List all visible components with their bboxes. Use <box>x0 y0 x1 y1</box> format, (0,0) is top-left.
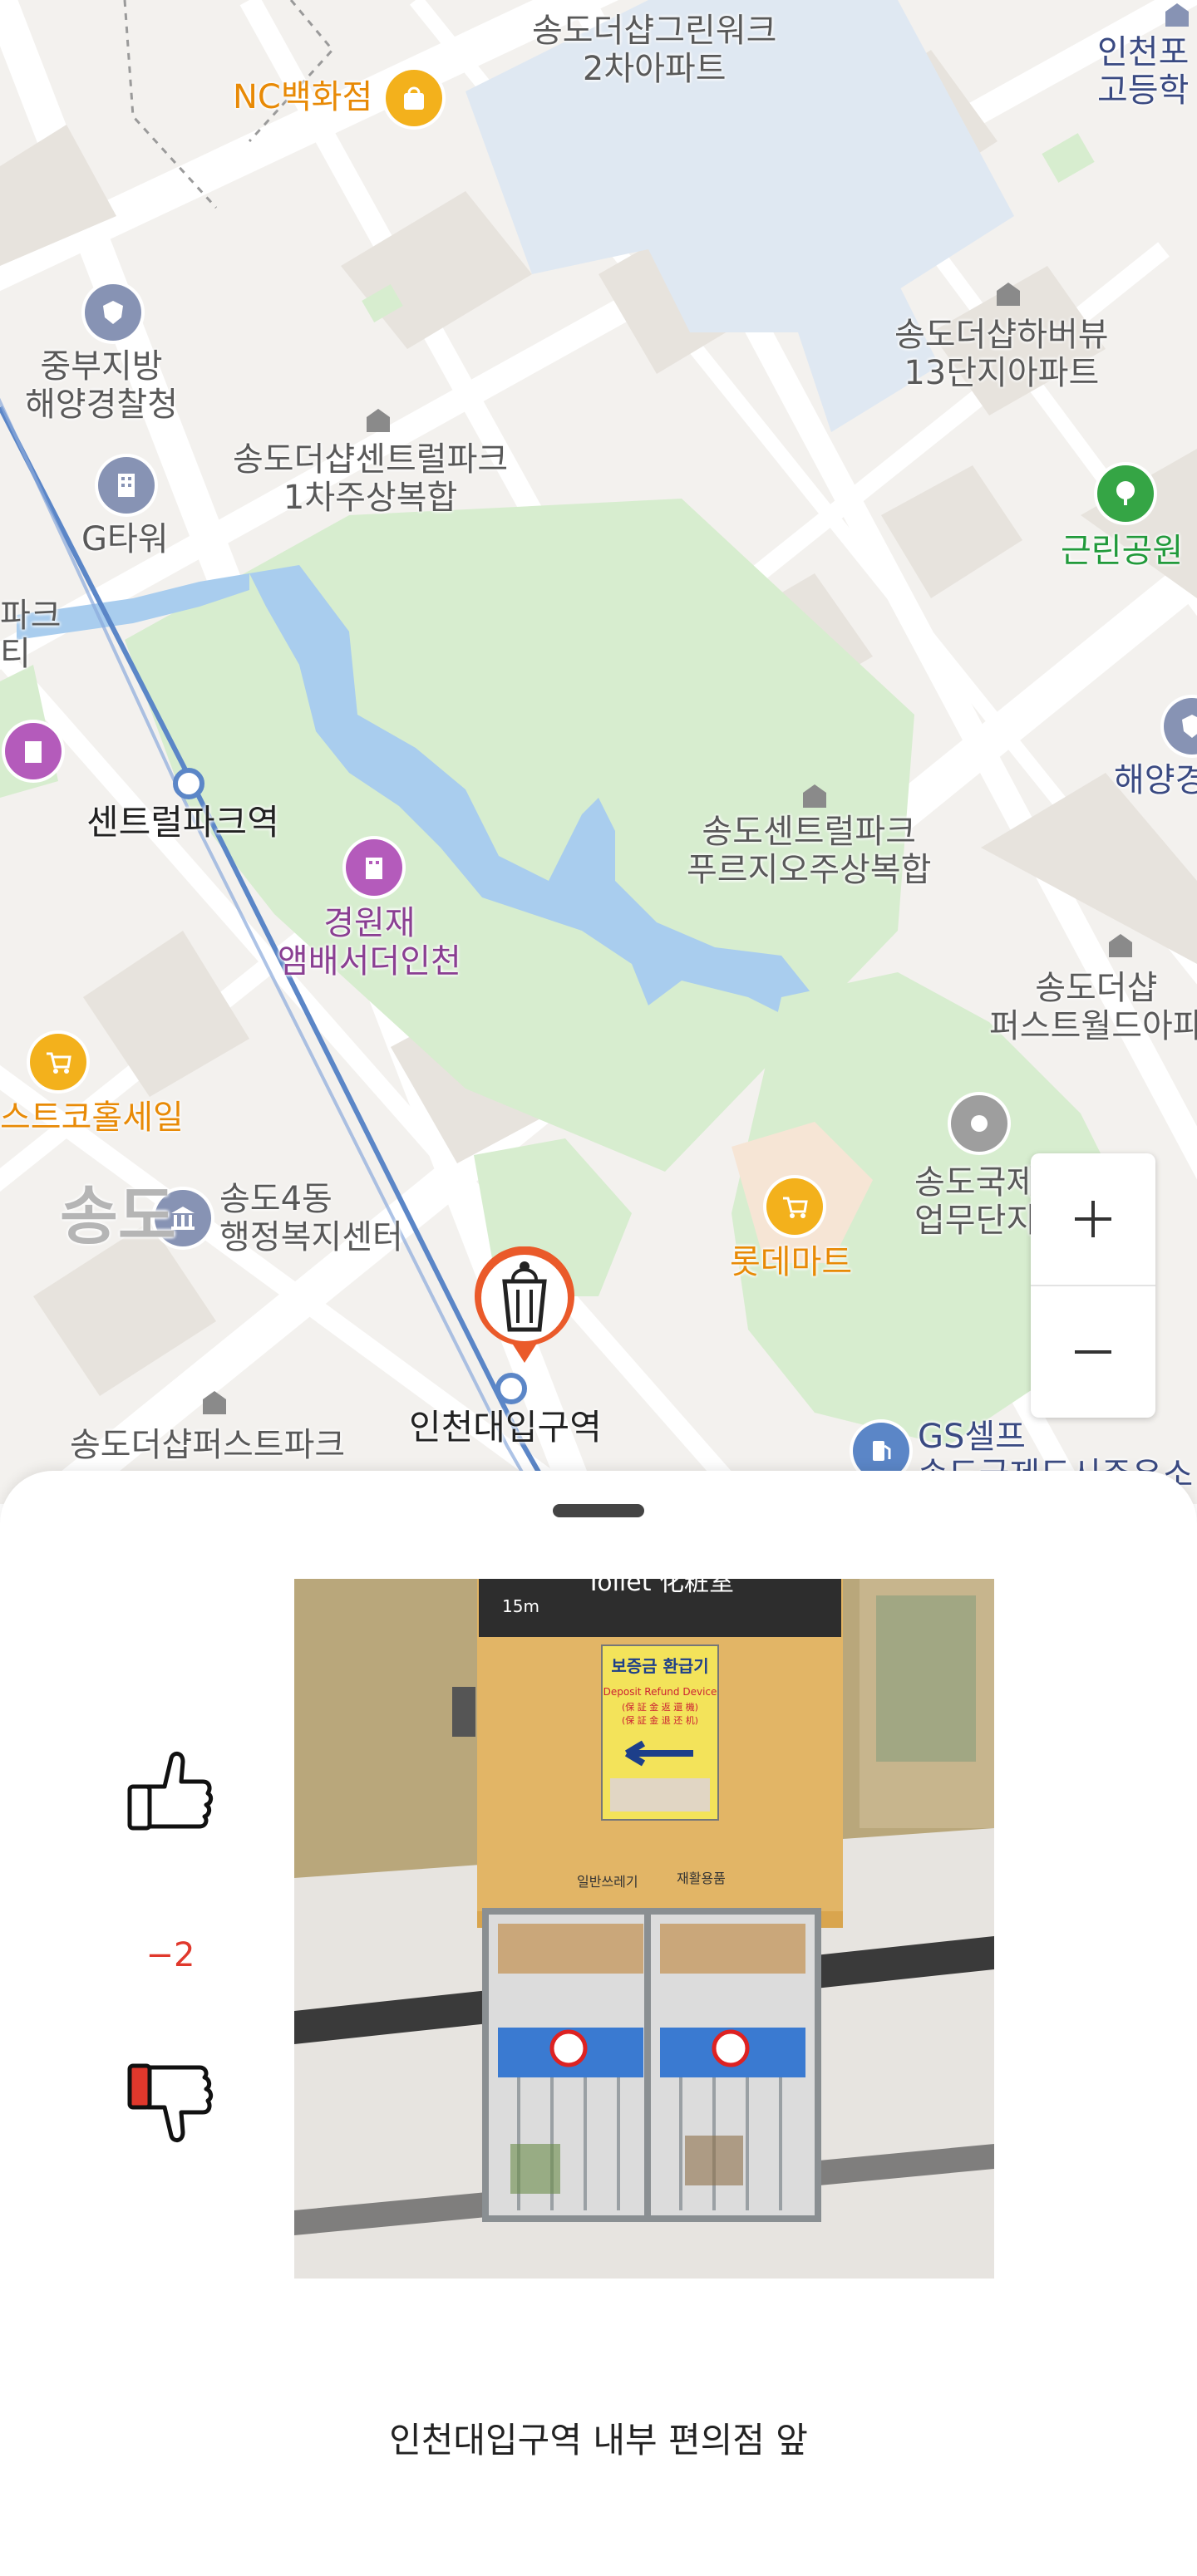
poi-label-central-park-1[interactable]: 송도더샵센트럴파크 1차주상복합 <box>233 440 508 517</box>
photo-sign-general: 일반쓰레기 <box>577 1874 638 1890</box>
vote-score: −2 <box>145 1936 195 1974</box>
zoom-in-button[interactable] <box>1031 1153 1155 1285</box>
hotel-icon[interactable] <box>5 723 62 779</box>
poi-label-first-world[interactable]: 송도더샵 퍼스트월드아파 <box>989 969 1197 1045</box>
photo-sign-refund-cn2: (保 証 金 退 还 机) <box>622 1714 698 1726</box>
thumbs-down-icon[interactable] <box>123 2052 219 2149</box>
zoom-out-button[interactable] <box>1031 1286 1155 1418</box>
poi-label-coast-guard[interactable]: 중부지방 해양경찰청 <box>25 347 178 424</box>
station-marker[interactable] <box>495 1373 527 1404</box>
building-marker-icon <box>997 283 1020 306</box>
poi-label-gyeongwonjae[interactable]: 경원재 앰배서더인천 <box>278 904 461 981</box>
poi-label-prugio[interactable]: 송도센트럴파크 푸르지오주상복합 <box>687 813 931 889</box>
police-icon[interactable] <box>85 284 141 341</box>
poi-label-costco[interactable]: 스트코홀세일 <box>0 1099 184 1137</box>
plus-icon <box>1075 1201 1111 1237</box>
poi-label-greenwork[interactable]: 송도더샵그린워크 2차아파트 <box>532 12 776 88</box>
tree-icon[interactable] <box>1097 465 1154 522</box>
building-marker-icon <box>803 784 826 808</box>
photo-sign-refund-en: Deposit Refund Device <box>603 1686 717 1698</box>
shopping-bag-icon[interactable] <box>386 70 442 126</box>
bottom-sheet: −2 Toilet 化粧室 15m 보증금 환급기 Deposit Refund… <box>0 1471 1197 2576</box>
photo-sign-recycle: 재활용품 <box>677 1871 726 1886</box>
trash-bin-icon[interactable] <box>471 1246 578 1369</box>
poi-label-high-school[interactable]: 인천포 고등학 <box>1097 33 1189 110</box>
photo-sign-refund: 보증금 환급기 <box>611 1656 708 1676</box>
poi-label-intl-business[interactable]: 송도국제 업무단지 <box>914 1163 1037 1240</box>
minus-icon <box>1075 1350 1111 1354</box>
photo-sign-toilet: Toilet 化粧室 <box>585 1579 734 1597</box>
hotel-icon[interactable] <box>346 839 402 896</box>
trash-bin-photo: Toilet 化粧室 15m 보증금 환급기 Deposit Refund De… <box>294 1579 994 2279</box>
poi-label-nc-dept[interactable]: NC백화점 <box>233 78 372 116</box>
station-label-central-park[interactable]: 센트럴파크역 <box>86 802 279 843</box>
location-caption: 인천대입구역 내부 편의점 앞 <box>389 2420 808 2460</box>
poi-label-first-park[interactable]: 송도더샵퍼스트파크 <box>70 1426 345 1464</box>
poi-label-g-tower[interactable]: G타워 <box>81 520 169 558</box>
building-marker-icon <box>1109 934 1132 957</box>
building-marker-icon <box>203 1391 226 1414</box>
station-marker[interactable] <box>173 768 204 799</box>
photo-sign-distance: 15m <box>502 1596 539 1616</box>
building-marker-icon <box>1165 3 1189 27</box>
station-label-incheon-univ[interactable]: 인천대입구역 <box>409 1407 602 1448</box>
map-base-layer <box>0 0 1197 1504</box>
poi-label-lotte-mart[interactable]: 롯데마트 <box>730 1243 852 1281</box>
sheet-drag-handle[interactable] <box>553 1504 644 1517</box>
office-building-icon[interactable] <box>951 1095 1007 1152</box>
poi-label-park-left[interactable]: 파크 티 <box>0 597 62 673</box>
map-view[interactable]: NC백화점 송도더샵그린워크 2차아파트 인천포 고등학 중부지방 해양경찰청 … <box>0 0 1197 1504</box>
cart-icon[interactable] <box>766 1178 823 1235</box>
cart-icon[interactable] <box>30 1034 86 1090</box>
building-marker-icon <box>367 409 390 432</box>
zoom-controls <box>1031 1153 1155 1418</box>
poi-label-songdo4-center[interactable]: 송도4동 행정복지센터 <box>219 1180 403 1256</box>
district-label: 송도 <box>60 1179 176 1253</box>
poi-label-harbor-view[interactable]: 송도더샵하버뷰 13단지아파트 <box>894 316 1109 392</box>
poi-label-coast-guard-right[interactable]: 해양경 <box>1114 761 1197 799</box>
photo-sign-refund-cn1: (保 証 金 返 還 機) <box>622 1701 698 1713</box>
office-building-icon[interactable] <box>98 457 155 514</box>
thumbs-up-icon[interactable] <box>123 1745 219 1841</box>
poi-label-park[interactable]: 근린공원 <box>1061 532 1183 570</box>
poi-label-gs-self[interactable]: GS셀프 <box>918 1418 1026 1456</box>
